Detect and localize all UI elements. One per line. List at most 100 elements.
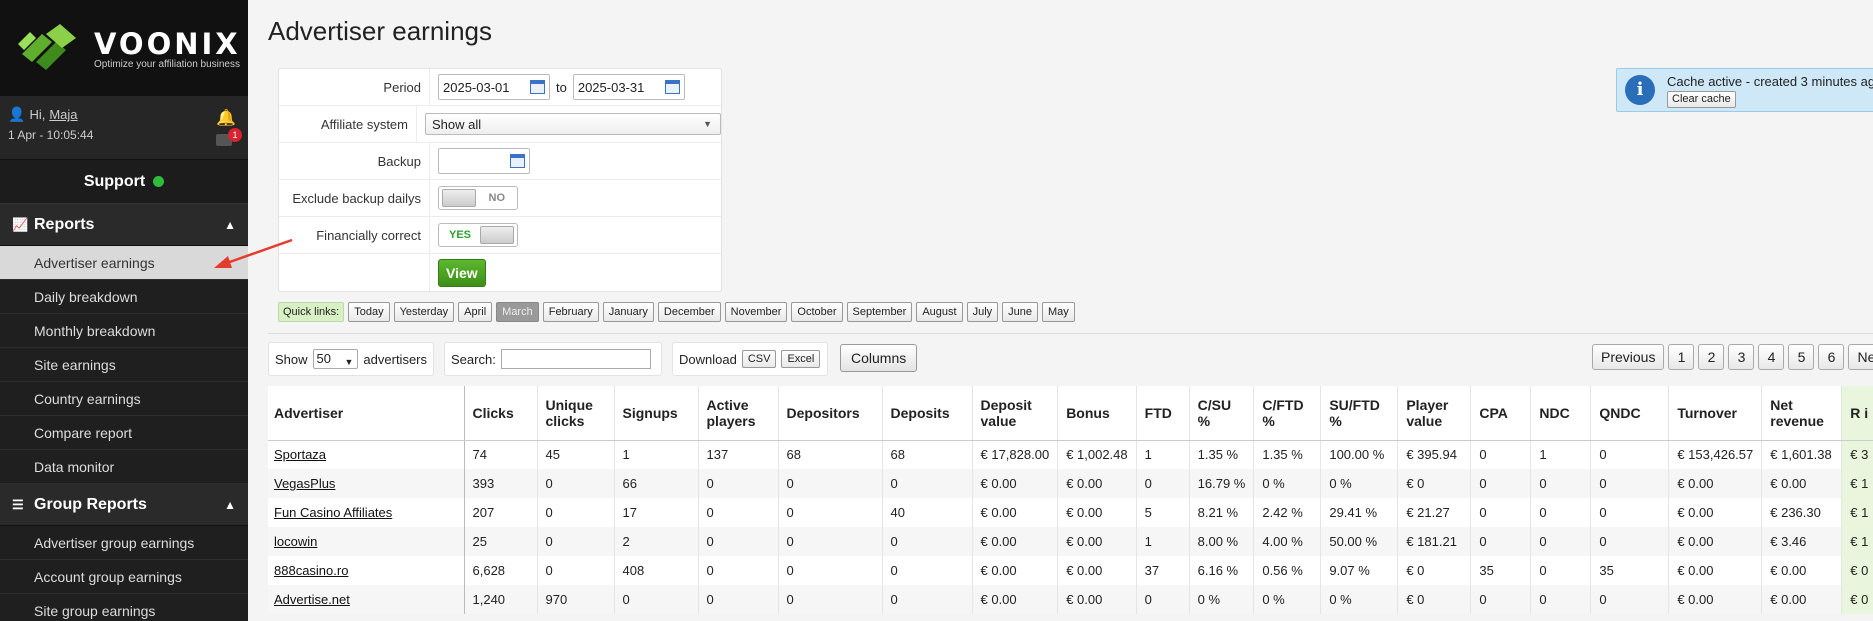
calendar-icon[interactable] bbox=[530, 80, 545, 94]
column-header[interactable]: Depositors bbox=[777, 386, 882, 441]
advertiser-link[interactable]: Advertise.net bbox=[274, 592, 350, 607]
table-cell: 0 bbox=[697, 498, 778, 527]
sidebar-item-advertiser-group-earnings[interactable]: Advertiser group earnings bbox=[0, 526, 248, 560]
quick-link-may[interactable]: May bbox=[1042, 302, 1075, 322]
username-link[interactable]: Maja bbox=[49, 107, 77, 122]
column-header[interactable]: FTD bbox=[1135, 386, 1190, 441]
show-count-select[interactable]: 50 ▼ bbox=[312, 349, 359, 369]
column-header[interactable]: Signups bbox=[613, 386, 698, 441]
table-cell: € 0.00 bbox=[1761, 469, 1842, 498]
column-header[interactable]: C/SU % bbox=[1188, 386, 1254, 441]
table-cell: € 0.00 bbox=[971, 585, 1058, 614]
excel-button[interactable]: Excel bbox=[781, 350, 821, 368]
table-cell: 0 bbox=[777, 585, 882, 614]
quick-link-today[interactable]: Today bbox=[348, 302, 390, 322]
logo[interactable]: VOONIX Optimize your affiliation busines… bbox=[0, 0, 248, 96]
table-cell: 0 bbox=[1590, 469, 1669, 498]
column-header[interactable]: NDC bbox=[1530, 386, 1591, 441]
financially-correct-toggle[interactable]: YES bbox=[438, 223, 518, 247]
quick-link-march[interactable]: March bbox=[496, 302, 539, 322]
column-header[interactable]: Deposit value bbox=[971, 386, 1058, 441]
table-cell: € 0 bbox=[1397, 469, 1471, 498]
advertiser-link[interactable]: Fun Casino Affiliates bbox=[274, 505, 392, 520]
bell-icon[interactable]: 🔔 bbox=[216, 108, 236, 128]
quick-link-yesterday[interactable]: Yesterday bbox=[393, 302, 455, 322]
sidebar-item-country-earnings[interactable]: Country earnings bbox=[0, 382, 248, 416]
backup-date-input[interactable] bbox=[438, 148, 530, 174]
page-button-1[interactable]: 1 bbox=[1668, 344, 1695, 370]
quick-link-january[interactable]: January bbox=[602, 302, 654, 322]
previous-page-button[interactable]: Previous bbox=[1592, 344, 1665, 370]
column-header[interactable]: SU/FTD % bbox=[1320, 386, 1398, 441]
column-header[interactable]: Clicks bbox=[463, 386, 537, 441]
quick-link-september[interactable]: September bbox=[846, 302, 913, 322]
column-header[interactable]: Player value bbox=[1397, 386, 1471, 441]
period-from-input[interactable]: 2025-03-01 bbox=[438, 74, 550, 100]
advertiser-link[interactable]: locowin bbox=[274, 534, 317, 549]
table-cell: 0 bbox=[1530, 556, 1591, 585]
page-button-2[interactable]: 2 bbox=[1698, 344, 1725, 370]
sidebar-item-data-monitor[interactable]: Data monitor bbox=[0, 450, 248, 484]
column-header[interactable]: CPA bbox=[1470, 386, 1531, 441]
column-header[interactable]: Advertiser bbox=[268, 386, 464, 441]
column-header[interactable]: Unique clicks bbox=[536, 386, 614, 441]
support-link[interactable]: Support bbox=[0, 160, 248, 204]
quick-link-november[interactable]: November bbox=[724, 302, 788, 322]
affiliate-system-select[interactable]: Show all ▼ bbox=[425, 113, 721, 135]
table-cell: 2 bbox=[613, 527, 698, 556]
page-button-6[interactable]: 6 bbox=[1818, 344, 1845, 370]
group-reports-section-header[interactable]: ☰ Group Reports ▲ bbox=[0, 484, 248, 526]
table-cell: 68 bbox=[881, 440, 972, 469]
calendar-icon[interactable] bbox=[510, 154, 525, 168]
table-cell: 1.35 % bbox=[1188, 440, 1254, 469]
table-cell: 35 bbox=[1470, 556, 1531, 585]
sidebar-item-account-group-earnings[interactable]: Account group earnings bbox=[0, 560, 248, 594]
search-input[interactable] bbox=[500, 349, 651, 369]
sidebar-item-daily-breakdown[interactable]: Daily breakdown bbox=[0, 280, 248, 314]
table-cell: 0 bbox=[1590, 585, 1669, 614]
column-header[interactable]: C/FTD % bbox=[1253, 386, 1321, 441]
column-header[interactable]: Net revenue bbox=[1761, 386, 1842, 441]
quick-link-february[interactable]: February bbox=[542, 302, 599, 322]
page-button-4[interactable]: 4 bbox=[1758, 344, 1785, 370]
view-button[interactable]: View bbox=[438, 258, 486, 287]
table-cell: 100.00 % bbox=[1320, 440, 1398, 469]
advertiser-link[interactable]: 888casino.ro bbox=[274, 563, 348, 578]
column-header[interactable]: R i bbox=[1841, 386, 1873, 441]
advertiser-link[interactable]: VegasPlus bbox=[274, 476, 335, 491]
quick-link-july[interactable]: July bbox=[966, 302, 999, 322]
table-cell: 0.56 % bbox=[1253, 556, 1321, 585]
table-cell: 0 bbox=[1470, 498, 1531, 527]
column-header[interactable]: QNDC bbox=[1590, 386, 1669, 441]
period-to-input[interactable]: 2025-03-31 bbox=[572, 74, 685, 100]
quick-link-december[interactable]: December bbox=[657, 302, 721, 322]
sidebar-item-monthly-breakdown[interactable]: Monthly breakdown bbox=[0, 314, 248, 348]
quick-link-april[interactable]: April bbox=[458, 302, 493, 322]
advertiser-cell: VegasPlus bbox=[268, 469, 464, 498]
column-header[interactable]: Deposits bbox=[881, 386, 972, 441]
quick-link-october[interactable]: October bbox=[791, 302, 843, 322]
columns-button[interactable]: Columns bbox=[840, 344, 918, 372]
column-header[interactable]: Turnover bbox=[1668, 386, 1762, 441]
quick-link-june[interactable]: June bbox=[1002, 302, 1039, 322]
sidebar-item-site-group-earnings[interactable]: Site group earnings bbox=[0, 594, 248, 621]
page-button-3[interactable]: 3 bbox=[1728, 344, 1755, 370]
calendar-icon[interactable] bbox=[664, 80, 680, 94]
column-header[interactable]: Active players bbox=[697, 386, 778, 441]
next-page-button[interactable]: Ne bbox=[1848, 344, 1873, 370]
table-cell: € 0.00 bbox=[1668, 585, 1762, 614]
quick-links-label: Quick links: bbox=[278, 302, 345, 322]
table-row: 888casino.ro 6,628 0 408 0 0 0 € 0.00 € 0.00 37 6.… bbox=[268, 556, 1873, 585]
exclude-backup-toggle[interactable]: NO bbox=[438, 186, 518, 210]
quick-link-august[interactable]: August bbox=[916, 302, 963, 322]
period-from-value: 2025-03-01 bbox=[443, 79, 510, 95]
table-cell: € 0 bbox=[1841, 585, 1873, 614]
csv-button[interactable]: CSV bbox=[741, 350, 777, 368]
sidebar-item-site-earnings[interactable]: Site earnings bbox=[0, 348, 248, 382]
page-button-5[interactable]: 5 bbox=[1788, 344, 1815, 370]
table-cell: 0 bbox=[697, 556, 778, 585]
clear-cache-button[interactable]: Clear cache bbox=[1667, 91, 1736, 108]
sidebar-item-compare-report[interactable]: Compare report bbox=[0, 416, 248, 450]
advertiser-link[interactable]: Sportaza bbox=[274, 447, 326, 462]
column-header[interactable]: Bonus bbox=[1057, 386, 1137, 441]
